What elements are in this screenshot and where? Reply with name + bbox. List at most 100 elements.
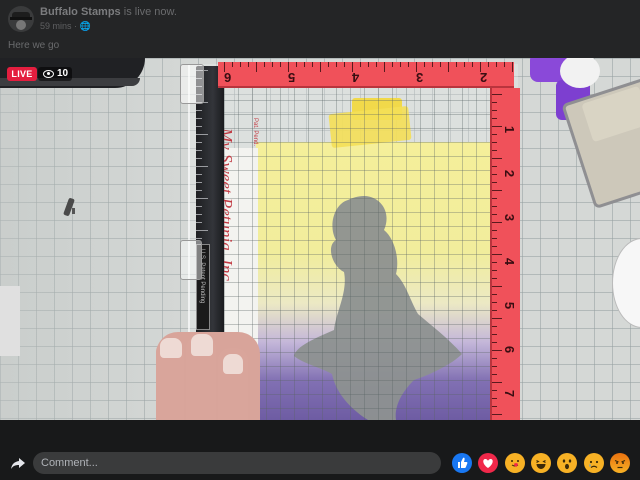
spine-tick [196,110,202,111]
ruler-tick [512,62,513,72]
care-reaction-button[interactable] [505,453,525,473]
sad-reaction-button[interactable] [584,453,604,473]
spine-tick [196,222,202,223]
ruler-tick [492,334,497,335]
share-icon[interactable] [10,455,26,471]
ruler-tick [496,62,497,67]
ruler-tick [440,62,441,67]
ruler-tick [492,286,502,287]
nail-middle [191,334,213,356]
ruler-tick [368,62,369,67]
ruler-tick [492,238,497,239]
ruler-tick [424,62,425,67]
spine-tick [196,230,208,231]
ruler-number: 4 [502,257,518,266]
ruler-number: 5 [502,301,518,310]
ruler-tick [360,62,361,67]
ruler-tick [464,62,465,67]
ruler-tick [432,62,433,67]
ruler-number: 7 [502,389,518,398]
ruler-tick [492,358,497,359]
spine-tick [196,158,202,159]
ruler-number: 2 [502,169,518,178]
ruler-tick [472,62,473,67]
ruler-tick [492,222,502,223]
viewer-count-value: 10 [57,68,69,79]
comment-input[interactable] [33,452,441,474]
ruler-tick [492,174,497,175]
spine-tick [196,166,208,167]
ruler-number: 1 [502,125,518,134]
post-header: Buffalo Stamps is live now. 59 mins · 🌐 … [0,0,640,58]
spine-tick [196,142,202,143]
ruler-tick [320,62,321,72]
ruler-tick [492,310,497,311]
ruler-tick [492,126,502,127]
ruler-tick [492,326,497,327]
ruler-tick [492,406,497,407]
ruler-number: 5 [288,70,296,85]
ruler-tick [492,102,497,103]
post-meta: 59 mins · 🌐 [40,21,91,32]
spine-tick [196,126,202,127]
spine-tick [196,238,202,239]
ruler-tick [456,62,457,67]
ruler-tick [232,62,233,67]
live-video-frame[interactable]: My Sweet Petunia, Inc. Pat. Pend. U.S. P… [0,58,640,420]
ruler-tick [492,214,497,215]
ruler-tick [492,278,497,279]
ruler-tick [240,62,241,67]
nail-ring [223,354,243,374]
haha-reaction-button[interactable] [531,453,551,473]
facebook-live-viewer: Buffalo Stamps is live now. 59 mins · 🌐 … [0,0,640,480]
ruler-tick [296,62,297,67]
spine-tick [196,150,202,151]
wow-reaction-button[interactable] [557,453,577,473]
ruler-tick [492,262,497,263]
ruler-tick [492,270,497,271]
live-status-text: is live now. [120,6,177,18]
heart-icon [483,459,493,468]
like-reaction-button[interactable] [452,453,472,473]
ruler-tick [492,246,497,247]
spine-tick [196,214,202,215]
eye-icon [43,70,54,78]
ruler-number: 6 [502,345,518,354]
ruler-tick [492,198,497,199]
spine-tick [196,134,208,135]
ruler-tick [256,62,257,72]
ruler-tick [344,62,345,67]
post-time[interactable]: 59 mins · [40,21,80,31]
angry-reaction-button[interactable] [610,453,630,473]
block-clip-top [180,64,204,104]
spine-tick [196,198,208,199]
spine-tick [196,182,202,183]
viewer-count: 10 [38,67,72,81]
ruler-tick [492,294,497,295]
ruler-tick [492,382,502,383]
sad-emoji-icon [589,460,599,468]
ruler-tick [492,134,497,135]
acrylic-grid [224,86,492,420]
live-badge: LIVE [7,67,37,81]
white-cap [560,58,600,88]
ruler-tick [492,118,497,119]
ruler-tick [492,374,497,375]
ruler-tick [280,62,281,67]
ruler-tick [492,342,497,343]
care-emoji-icon [511,460,519,467]
ruler-tick [376,62,377,67]
page-name-link[interactable]: Buffalo Stamps [40,6,121,18]
love-reaction-button[interactable] [478,453,498,473]
ruler-tick [488,62,489,67]
page-avatar[interactable] [8,6,34,32]
ruler-tick [492,318,502,319]
globe-icon: 🌐 [79,21,91,31]
avatar-face [16,20,26,30]
ruler-tick [312,62,313,67]
nail-index [160,338,182,358]
ruler-tick [492,110,497,111]
ruler-right: 1 2 3 4 5 6 7 [490,88,520,420]
spine-tick [196,174,202,175]
ruler-tick [492,206,497,207]
